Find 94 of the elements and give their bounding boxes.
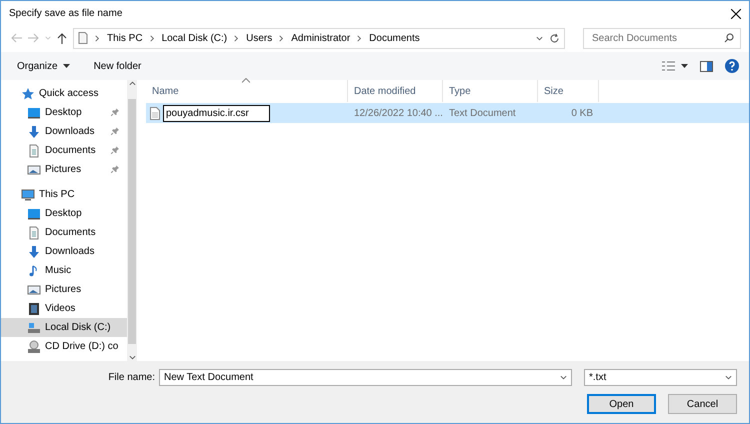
- scrollbar[interactable]: [127, 80, 137, 361]
- document-icon: [78, 32, 88, 44]
- open-button[interactable]: Open: [587, 394, 656, 414]
- sidebar-item[interactable]: Documents: [1, 141, 127, 160]
- sidebar-item[interactable]: Pictures: [1, 280, 127, 299]
- breadcrumb[interactable]: Local Disk (C:): [162, 32, 228, 44]
- chevron-icon: [148, 34, 156, 42]
- refresh-icon[interactable]: [549, 32, 560, 44]
- sidebar-item[interactable]: This PC: [1, 185, 127, 204]
- sort-caret-icon: [242, 78, 250, 83]
- file-name-label: File name:: [108, 372, 155, 383]
- sidebar-item-label: This PC: [39, 189, 75, 200]
- film-icon: [27, 302, 41, 316]
- pin-icon: [111, 127, 119, 135]
- pin-icon: [111, 165, 119, 173]
- sidebar-item-label: Downloads: [45, 246, 94, 257]
- breadcrumb[interactable]: Users: [246, 32, 272, 44]
- pictures-icon: [27, 282, 41, 296]
- sidebar-item[interactable]: Videos: [1, 299, 127, 318]
- preview-pane-icon[interactable]: [700, 60, 713, 72]
- sidebar-item[interactable]: Desktop: [1, 204, 127, 223]
- file-name-combo-box[interactable]: New Text Document: [159, 369, 572, 386]
- breadcrumb[interactable]: This PC: [107, 32, 143, 44]
- sidebar-item-label: Quick access: [39, 88, 98, 99]
- scroll-down-icon: [128, 354, 136, 361]
- column-header[interactable]: Type: [443, 80, 538, 102]
- breadcrumb[interactable]: Documents: [369, 32, 420, 44]
- column-header[interactable]: Date modified: [348, 80, 443, 102]
- organize-button[interactable]: Organize: [17, 60, 70, 72]
- sidebar-item[interactable]: Music: [1, 261, 127, 280]
- chevron-icon: [356, 34, 364, 42]
- sidebar-item[interactable]: Downloads: [1, 122, 127, 141]
- recent-caret-icon: [45, 35, 51, 41]
- computer-icon: [21, 188, 35, 202]
- dropdown-icon: [536, 34, 543, 42]
- text-file-icon: [150, 106, 160, 120]
- help-icon[interactable]: [725, 59, 739, 73]
- search-icon: [724, 33, 734, 43]
- file-type-dropdown[interactable]: *.txt: [584, 369, 737, 386]
- column-header[interactable]: Size: [538, 80, 599, 102]
- file-row[interactable]: pouyadmusic.ir.csr 12/26/2022 10:40 ... Text Document 0 KB: [146, 103, 749, 123]
- caret-icon: [62, 64, 70, 68]
- sidebar-item-label: CD Drive (D:) co: [45, 341, 118, 352]
- drive-icon: [27, 320, 41, 334]
- sidebar-item[interactable]: Desktop: [1, 103, 127, 122]
- dropdown-icon: [560, 374, 567, 381]
- pin-icon: [111, 146, 119, 154]
- star-icon: [21, 86, 35, 100]
- window-title: Specify save as file name: [9, 8, 122, 19]
- cd-drive-icon: [27, 340, 41, 354]
- rename-field[interactable]: pouyadmusic.ir.csr: [163, 104, 270, 122]
- sidebar-item[interactable]: Downloads: [1, 242, 127, 261]
- new-folder-button[interactable]: New folder: [94, 60, 142, 72]
- pin-icon: [111, 108, 119, 116]
- document-icon: [27, 144, 41, 158]
- pictures-icon: [27, 162, 41, 176]
- sidebar-item-label: Pictures: [45, 164, 82, 175]
- sidebar-item-label: Documents: [45, 145, 96, 156]
- desktop-icon: [27, 206, 41, 220]
- chevron-icon: [94, 34, 101, 42]
- type-cell-text: Text Document: [448, 106, 517, 120]
- close-icon[interactable]: [731, 8, 741, 18]
- caret-icon: [681, 64, 688, 68]
- date-cell-text: 12/26/2022 10:40 ...: [353, 106, 443, 120]
- sidebar-item-label: Local Disk (C:): [45, 322, 111, 333]
- sidebar-item[interactable]: Local Disk (C:): [1, 318, 127, 337]
- search-box[interactable]: Search Documents: [583, 28, 741, 48]
- download-icon: [27, 244, 41, 258]
- sidebar-item-label: Desktop: [45, 107, 82, 118]
- view-options-icon[interactable]: [662, 61, 675, 71]
- sidebar-item[interactable]: Documents: [1, 223, 127, 242]
- sidebar-item-label: Music: [45, 265, 72, 276]
- sidebar-item[interactable]: Pictures: [1, 160, 127, 179]
- sidebar-item-label: Pictures: [45, 284, 82, 295]
- file-name-field[interactable]: New Text Document: [164, 372, 560, 383]
- size-cell-text: 0 KB: [570, 106, 594, 120]
- breadcrumb[interactable]: Administrator: [291, 32, 350, 44]
- chevron-icon: [233, 34, 240, 42]
- download-icon: [27, 124, 41, 138]
- sidebar-item-label: Downloads: [45, 126, 94, 137]
- sidebar-item-label: Videos: [45, 303, 76, 314]
- column-header[interactable]: Name: [146, 80, 348, 102]
- chevron-icon: [278, 34, 286, 42]
- up-icon[interactable]: [57, 32, 67, 44]
- cancel-button[interactable]: Cancel: [668, 394, 737, 414]
- sidebar-item[interactable]: Quick access: [1, 84, 127, 103]
- dropdown-icon: [725, 374, 732, 381]
- sidebar-item-label: Documents: [45, 227, 96, 238]
- document-icon: [27, 226, 41, 240]
- desktop-icon: [27, 106, 41, 120]
- address-bar[interactable]: This PC Local Disk (C:) Users Administrator Documents: [73, 28, 565, 48]
- sidebar-item-label: Desktop: [45, 208, 82, 219]
- scroll-up-icon: [128, 80, 136, 87]
- sidebar-item[interactable]: CD Drive (D:) co: [1, 337, 127, 356]
